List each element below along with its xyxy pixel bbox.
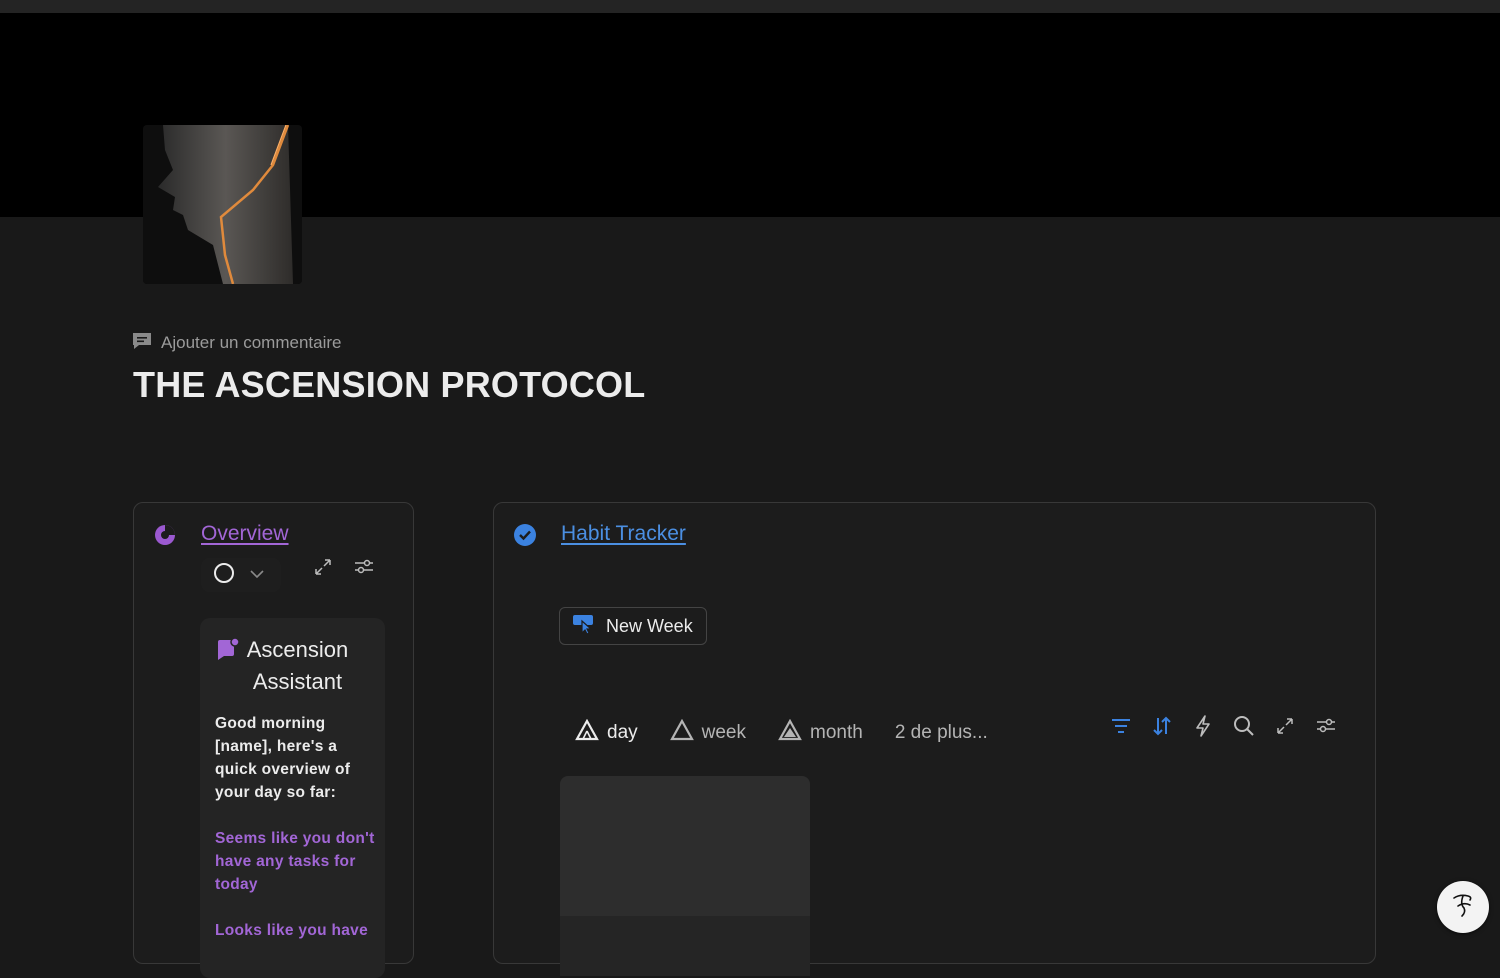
add-comment-row[interactable]: Ajouter un commentaire <box>131 331 341 355</box>
window-top-bar <box>0 0 1500 13</box>
assistant-panel: Ascension Assistant Good morning [name],… <box>200 618 385 978</box>
lightning-icon[interactable] <box>1190 713 1216 739</box>
pie-chart-icon <box>152 522 178 548</box>
check-circle-icon <box>512 522 538 548</box>
help-glyph-icon <box>1448 890 1478 925</box>
overview-link[interactable]: Overview <box>201 522 289 546</box>
circle-icon <box>213 562 235 589</box>
new-week-label: New Week <box>606 615 693 636</box>
settings-sliders-icon[interactable] <box>1313 713 1339 739</box>
tab-month-label: month <box>810 722 863 743</box>
tab-day[interactable]: day <box>575 718 638 747</box>
comment-icon <box>131 331 153 356</box>
cursor-click-icon <box>572 613 596 640</box>
overview-card: Overview Ascension Assistant Good mornin… <box>133 502 414 978</box>
assistant-next-message: Looks like you have <box>215 922 369 939</box>
assistant-greeting: Good morning [name], here's a quick over… <box>215 715 351 801</box>
tab-week-label: week <box>701 722 746 743</box>
help-button[interactable] <box>1437 881 1489 933</box>
expand-icon[interactable] <box>1272 713 1298 739</box>
gallery-card[interactable] <box>560 776 810 976</box>
triangle-icon <box>575 718 599 747</box>
new-week-button[interactable]: New Week <box>559 607 707 645</box>
chevron-down-icon <box>249 566 265 584</box>
assistant-tasks-message: Seems like you don't have any tasks for … <box>215 830 375 893</box>
page-icon-image[interactable] <box>143 125 302 284</box>
tab-day-label: day <box>607 722 638 743</box>
more-views-label: 2 de plus... <box>894 722 988 743</box>
expand-icon[interactable] <box>310 554 336 580</box>
filter-icon[interactable] <box>1108 713 1134 739</box>
tab-week[interactable]: week <box>669 718 746 747</box>
database-toolbar <box>1108 713 1339 739</box>
page-title: THE ASCENSION PROTOCOL <box>133 364 646 405</box>
habit-tracker-card: Habit Tracker New Week day week month 2 … <box>493 502 1376 976</box>
tab-month[interactable]: month <box>778 718 863 747</box>
view-tabs: day week month 2 de plus... <box>575 718 1020 748</box>
triangle-outline-icon <box>669 718 694 747</box>
gallery-card-footer <box>560 916 810 976</box>
more-views-button[interactable]: 2 de plus... <box>895 722 988 744</box>
search-icon[interactable] <box>1231 713 1257 739</box>
assistant-title: Ascension Assistant <box>246 637 349 694</box>
sort-icon[interactable] <box>1149 713 1175 739</box>
settings-sliders-icon[interactable] <box>351 554 377 580</box>
triangle-filled-icon <box>778 718 802 747</box>
habit-tracker-link[interactable]: Habit Tracker <box>561 522 686 546</box>
status-select[interactable] <box>201 558 281 592</box>
add-comment-label: Ajouter un commentaire <box>161 333 342 352</box>
